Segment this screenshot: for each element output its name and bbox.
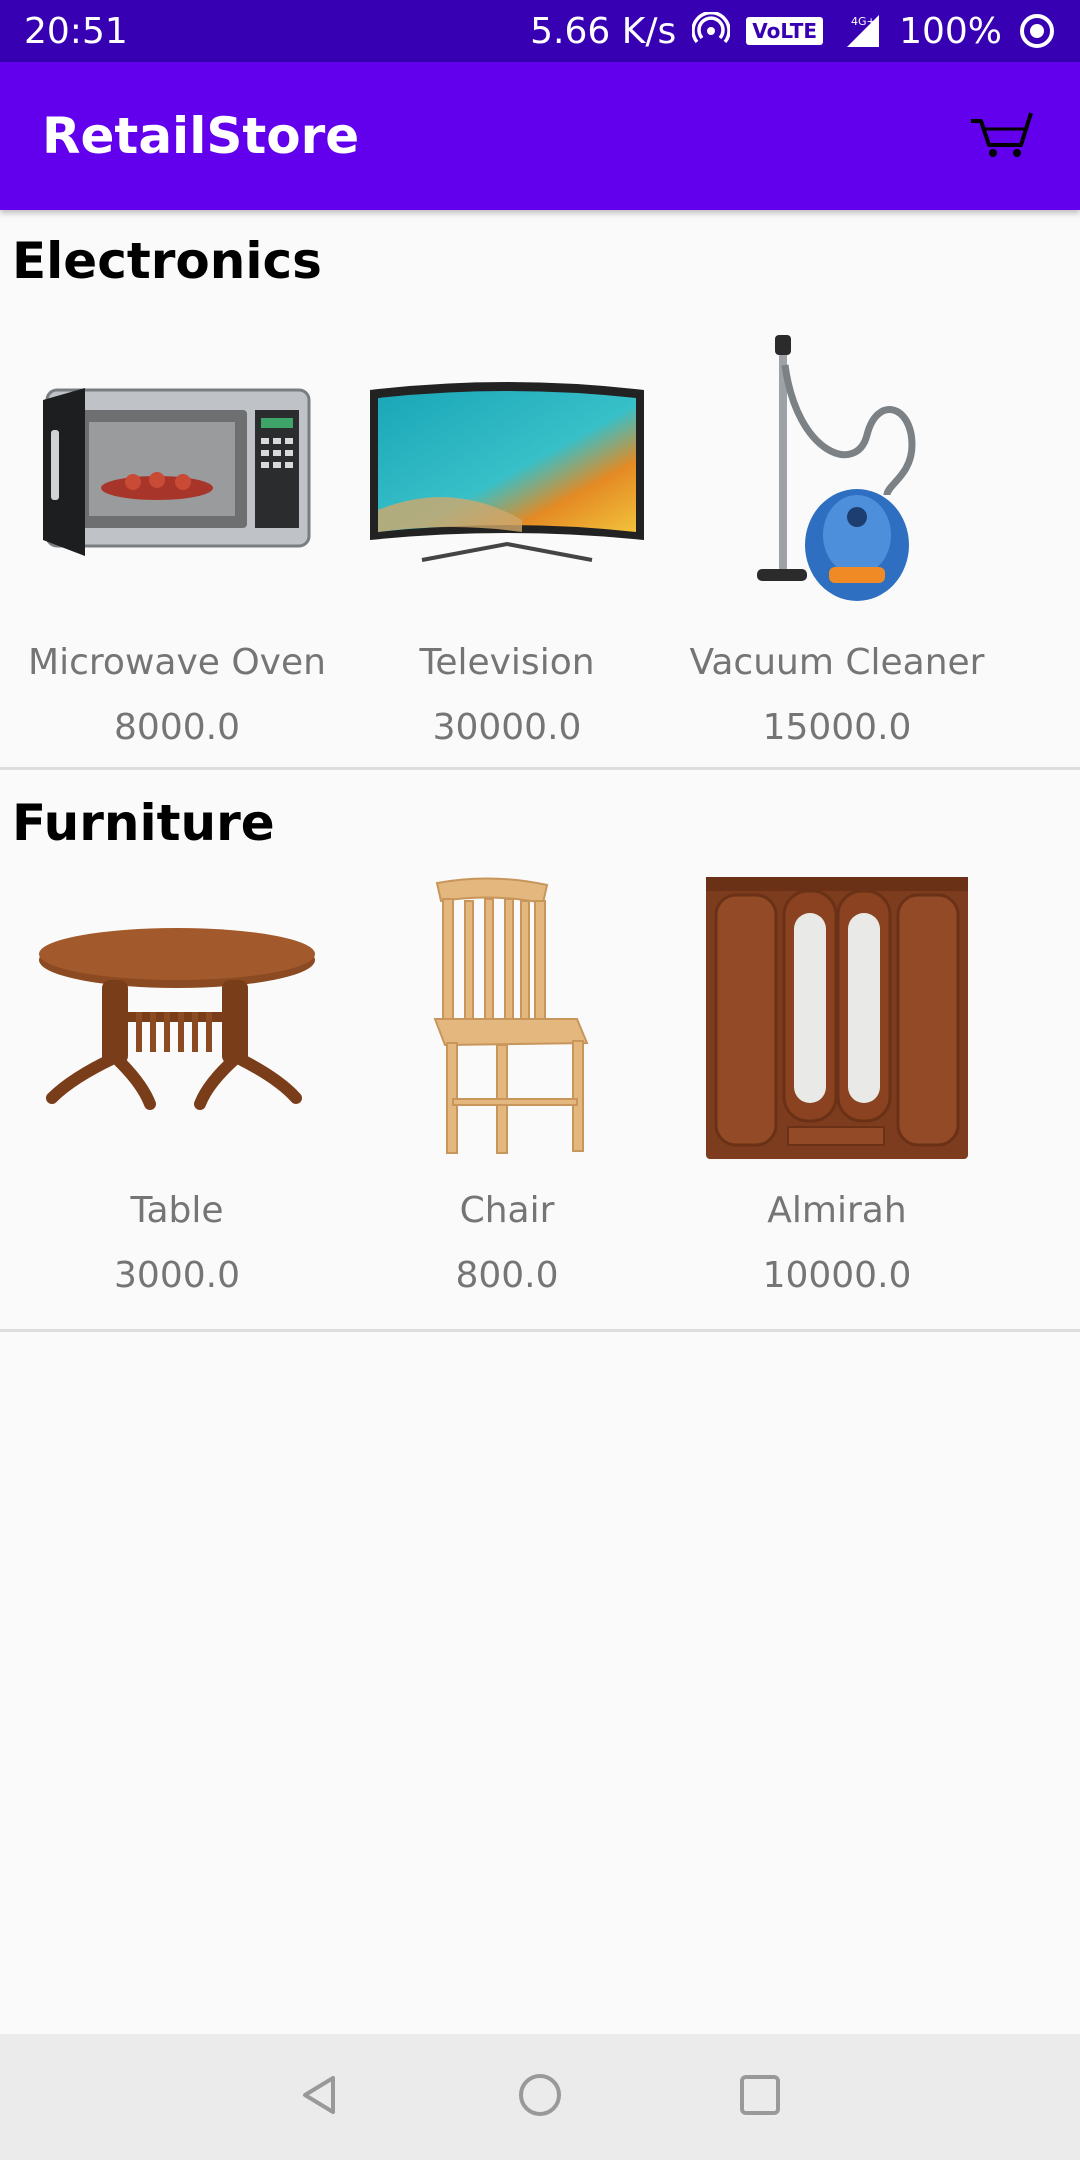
app-title: RetailStore	[42, 107, 360, 165]
status-time: 20:51	[24, 10, 128, 52]
product-price: 15000.0	[762, 707, 912, 748]
product-price: 3000.0	[114, 1255, 240, 1296]
back-triangle-icon	[297, 2072, 343, 2122]
product-name: Table	[130, 1190, 224, 1231]
product-card-microwave-oven[interactable]: Microwave Oven 8000.0	[12, 330, 342, 770]
network-type-label: 4G+	[851, 15, 876, 28]
recents-square-icon	[737, 2072, 783, 2122]
product-name: Vacuum Cleaner	[689, 642, 985, 683]
product-card-chair[interactable]: Chair 800.0	[342, 877, 672, 1318]
product-price: 800.0	[455, 1255, 559, 1296]
back-button[interactable]	[290, 2067, 350, 2127]
product-name: Chair	[459, 1190, 555, 1231]
category-title: Electronics	[12, 232, 322, 290]
product-card-almirah[interactable]: Almirah 10000.0	[672, 877, 1002, 1318]
recents-button[interactable]	[730, 2067, 790, 2127]
home-button[interactable]	[510, 2067, 570, 2127]
vacuum-cleaner-image	[687, 330, 987, 610]
battery-level: 100%	[899, 10, 1002, 52]
microwave-oven-image	[27, 330, 327, 610]
category-section-furniture: Furniture Table 3000.0 Chair 800.0 Almir…	[0, 772, 1080, 1332]
status-bar: 20:51 5.66 K/s VoLTE 4G+ 100%	[0, 0, 1080, 62]
product-card-vacuum-cleaner[interactable]: Vacuum Cleaner 15000.0	[672, 330, 1002, 770]
product-name: Microwave Oven	[28, 642, 326, 683]
cart-button[interactable]	[966, 100, 1038, 172]
product-price: 30000.0	[432, 707, 582, 748]
category-title: Furniture	[12, 794, 275, 852]
signal-icon: 4G+	[839, 13, 883, 49]
product-price: 10000.0	[762, 1255, 912, 1296]
volte-badge: VoLTE	[746, 17, 824, 45]
system-nav-bar	[0, 2034, 1080, 2160]
cart-icon	[969, 109, 1035, 163]
product-card-table[interactable]: Table 3000.0	[12, 878, 342, 1318]
chair-image	[357, 877, 657, 1158]
product-card-television[interactable]: Television 30000.0	[342, 330, 672, 770]
almirah-image	[687, 877, 987, 1159]
app-bar: RetailStore	[0, 62, 1080, 210]
table-image	[27, 878, 327, 1158]
network-speed: 5.66 K/s	[530, 10, 677, 52]
battery-saver-icon	[1018, 12, 1056, 50]
television-image	[357, 330, 657, 610]
product-name: Television	[419, 642, 595, 683]
product-price: 8000.0	[114, 707, 240, 748]
category-section-electronics: Electronics Microwave Oven 8000.0 Televi…	[0, 210, 1080, 770]
home-circle-icon	[517, 2072, 563, 2122]
hotspot-icon	[692, 12, 731, 50]
product-name: Almirah	[767, 1190, 907, 1231]
